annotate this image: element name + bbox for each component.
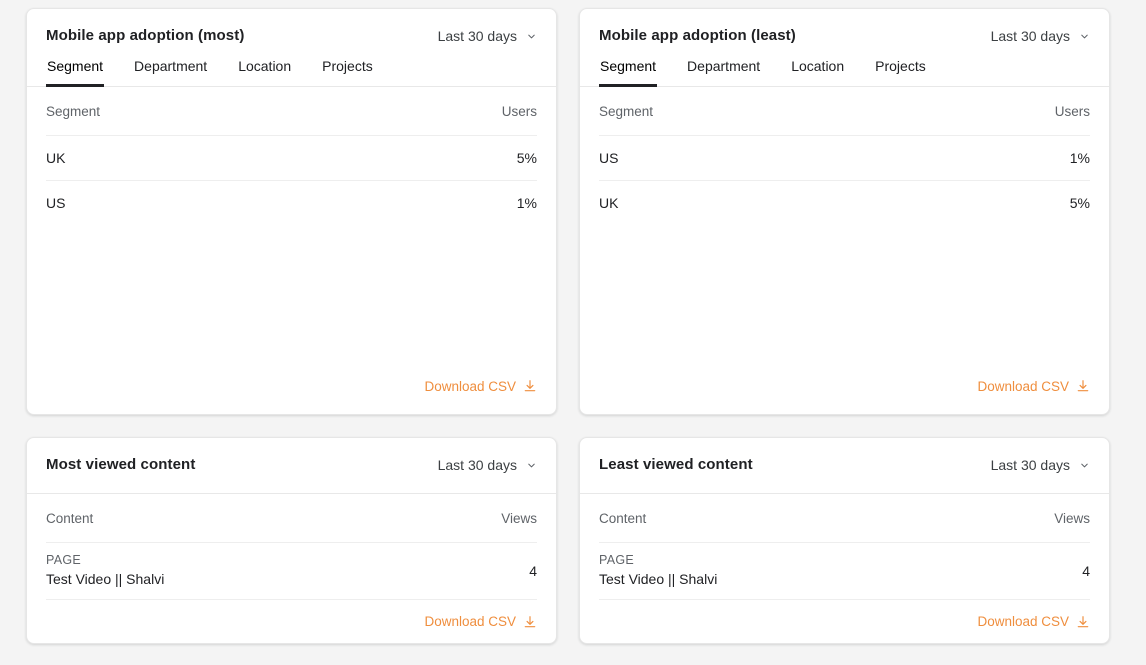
column-header-content: Content (46, 511, 93, 526)
column-header-users: Users (502, 104, 537, 119)
card-title: Least viewed content (599, 456, 753, 474)
date-range-label: Last 30 days (438, 457, 517, 474)
row-segment: UK (599, 195, 618, 211)
row-views: 4 (1082, 563, 1090, 579)
card-header: Most viewed content Last 30 days (27, 438, 556, 474)
tab-label: Projects (322, 58, 373, 74)
table-header-row: Segment Users (599, 87, 1090, 135)
table-row[interactable]: PAGE Test Video || Shalvi 4 (599, 542, 1090, 600)
tab-location[interactable]: Location (237, 55, 292, 86)
content-type-label: PAGE (46, 553, 164, 568)
card-header: Least viewed content Last 30 days (580, 438, 1109, 474)
tab-label: Segment (47, 58, 103, 74)
card-title: Mobile app adoption (most) (46, 27, 244, 45)
row-segment: US (46, 195, 65, 211)
date-range-label: Last 30 days (991, 28, 1070, 45)
card-footer: Download CSV (580, 600, 1109, 643)
column-header-users: Users (1055, 104, 1090, 119)
download-csv-link[interactable]: Download CSV (977, 614, 1090, 629)
tab-segment[interactable]: Segment (46, 55, 104, 86)
card-footer: Download CSV (27, 362, 556, 410)
tab-projects[interactable]: Projects (321, 55, 374, 86)
card-mobile-app-adoption-most: Mobile app adoption (most) Last 30 days … (26, 8, 557, 415)
content-cell: PAGE Test Video || Shalvi (46, 553, 164, 588)
download-csv-label: Download CSV (424, 614, 516, 629)
chevron-down-icon (1079, 31, 1090, 42)
download-icon (1076, 615, 1090, 629)
tab-label: Location (791, 58, 844, 74)
data-table: Content Views PAGE Test Video || Shalvi … (27, 494, 556, 600)
card-tabs: Segment Department Location Projects (580, 45, 1109, 87)
chevron-down-icon (526, 31, 537, 42)
table-header-row: Segment Users (46, 87, 537, 135)
download-csv-label: Download CSV (424, 379, 516, 394)
tab-projects[interactable]: Projects (874, 55, 927, 86)
download-csv-link[interactable]: Download CSV (977, 379, 1090, 394)
tab-label: Projects (875, 58, 926, 74)
download-csv-label: Download CSV (977, 614, 1069, 629)
date-range-label: Last 30 days (991, 457, 1070, 474)
card-footer: Download CSV (27, 600, 556, 643)
date-range-selector[interactable]: Last 30 days (991, 456, 1090, 474)
column-header-content: Content (599, 511, 646, 526)
table-row[interactable]: UK 5% (46, 135, 537, 180)
download-icon (1076, 379, 1090, 393)
date-range-selector[interactable]: Last 30 days (438, 27, 537, 45)
card-most-viewed-content: Most viewed content Last 30 days Content… (26, 437, 557, 644)
download-csv-link[interactable]: Download CSV (424, 379, 537, 394)
row-segment: UK (46, 150, 65, 166)
table-empty-space (46, 225, 537, 362)
data-table: Segment Users UK 5% US 1% (27, 87, 556, 362)
download-icon (523, 379, 537, 393)
content-title: Test Video || Shalvi (46, 571, 164, 588)
table-header-row: Content Views (599, 494, 1090, 542)
tab-label: Segment (600, 58, 656, 74)
column-header-segment: Segment (46, 104, 100, 119)
card-title: Mobile app adoption (least) (599, 27, 796, 45)
download-csv-label: Download CSV (977, 379, 1069, 394)
table-row[interactable]: PAGE Test Video || Shalvi 4 (46, 542, 537, 600)
analytics-dashboard: Mobile app adoption (most) Last 30 days … (0, 0, 1146, 665)
row-users: 5% (517, 150, 537, 166)
card-mobile-app-adoption-least: Mobile app adoption (least) Last 30 days… (579, 8, 1110, 415)
row-users: 1% (517, 195, 537, 211)
tab-segment[interactable]: Segment (599, 55, 657, 86)
download-icon (523, 615, 537, 629)
tab-department[interactable]: Department (133, 55, 208, 86)
card-title: Most viewed content (46, 456, 195, 474)
card-footer: Download CSV (580, 362, 1109, 410)
table-row[interactable]: US 1% (46, 180, 537, 225)
content-cell: PAGE Test Video || Shalvi (599, 553, 717, 588)
column-header-views: Views (501, 511, 537, 526)
table-empty-space (599, 225, 1090, 362)
table-row[interactable]: US 1% (599, 135, 1090, 180)
chevron-down-icon (1079, 460, 1090, 471)
data-table: Segment Users US 1% UK 5% (580, 87, 1109, 362)
card-least-viewed-content: Least viewed content Last 30 days Conten… (579, 437, 1110, 644)
tab-label: Department (134, 58, 207, 74)
date-range-label: Last 30 days (438, 28, 517, 45)
tab-location[interactable]: Location (790, 55, 845, 86)
chevron-down-icon (526, 460, 537, 471)
row-segment: US (599, 150, 618, 166)
table-header-row: Content Views (46, 494, 537, 542)
data-table: Content Views PAGE Test Video || Shalvi … (580, 494, 1109, 600)
card-tabs: Segment Department Location Projects (27, 45, 556, 87)
content-type-label: PAGE (599, 553, 717, 568)
column-header-segment: Segment (599, 104, 653, 119)
row-users: 1% (1070, 150, 1090, 166)
tab-label: Location (238, 58, 291, 74)
table-row[interactable]: UK 5% (599, 180, 1090, 225)
download-csv-link[interactable]: Download CSV (424, 614, 537, 629)
tab-department[interactable]: Department (686, 55, 761, 86)
row-views: 4 (529, 563, 537, 579)
date-range-selector[interactable]: Last 30 days (438, 456, 537, 474)
content-title: Test Video || Shalvi (599, 571, 717, 588)
column-header-views: Views (1054, 511, 1090, 526)
card-header: Mobile app adoption (least) Last 30 days (580, 9, 1109, 45)
row-users: 5% (1070, 195, 1090, 211)
tab-label: Department (687, 58, 760, 74)
date-range-selector[interactable]: Last 30 days (991, 27, 1090, 45)
card-header: Mobile app adoption (most) Last 30 days (27, 9, 556, 45)
